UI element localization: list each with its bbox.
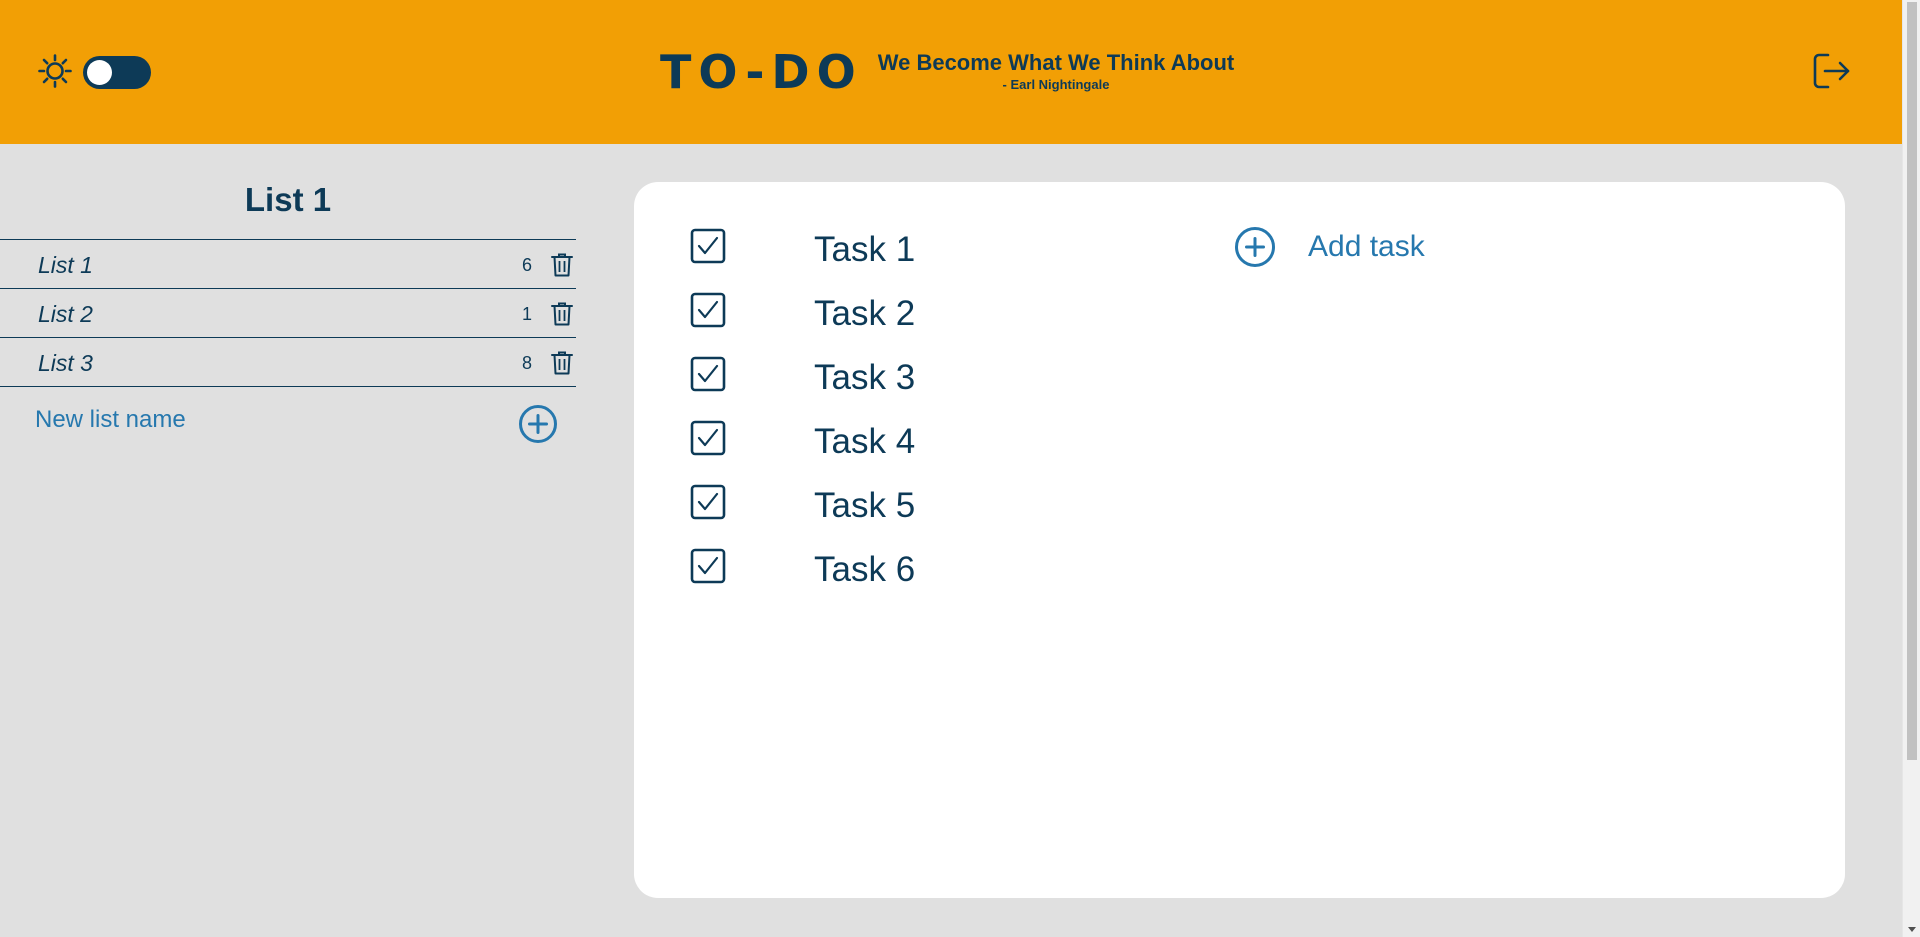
task-label: Task 3	[814, 358, 916, 397]
list-task-count: 1	[521, 304, 532, 324]
list-task-count: 8	[521, 353, 532, 373]
checked-checkbox-icon[interactable]	[690, 484, 726, 520]
task-item[interactable]: Task 1	[690, 228, 1110, 269]
quote-text: We Become What We Think About	[877, 50, 1235, 75]
current-list-title: List 1	[244, 181, 332, 218]
scroll-down-arrow-icon[interactable]	[1908, 927, 1916, 932]
trash-icon[interactable]	[550, 301, 574, 327]
add-list-icon[interactable]	[518, 404, 558, 444]
quote-author: - Earl Nightingale	[1002, 77, 1110, 92]
add-task-button[interactable]: Add task	[1234, 226, 1494, 270]
toggle-knob	[87, 60, 112, 85]
task-item[interactable]: Task 3	[690, 356, 1110, 397]
trash-icon[interactable]	[550, 252, 574, 278]
list-name: List 1	[38, 252, 93, 278]
task-label: Task 4	[814, 422, 916, 461]
task-label: Task 1	[814, 230, 916, 269]
checked-checkbox-icon[interactable]	[690, 548, 726, 584]
task-panel: Task 1 Task 2 Task 3 Task 4 Task 5 Task …	[634, 182, 1845, 898]
checked-checkbox-icon[interactable]	[690, 356, 726, 392]
scrollbar-thumb[interactable]	[1907, 2, 1917, 760]
sun-icon	[38, 54, 72, 88]
list-item[interactable]: List 3 8	[0, 338, 576, 387]
task-item[interactable]: Task 6	[690, 548, 1110, 589]
task-item[interactable]: Task 4	[690, 420, 1110, 461]
list-item[interactable]: List 1 6	[0, 240, 576, 289]
checked-checkbox-icon[interactable]	[690, 228, 726, 264]
task-label: Task 6	[814, 550, 916, 589]
list-item[interactable]: List 2 1	[0, 289, 576, 338]
list-collection: List 1 6 List 2 1 List 3 8	[0, 239, 576, 387]
task-label: Task 2	[814, 294, 916, 333]
logout-icon[interactable]	[1812, 52, 1852, 90]
list-task-count: 6	[521, 255, 532, 275]
new-list-name-input[interactable]	[35, 406, 475, 434]
task-item[interactable]: Task 2	[690, 292, 1110, 333]
checked-checkbox-icon[interactable]	[690, 292, 726, 328]
theme-toggle[interactable]	[83, 56, 151, 89]
app-title: TO-DO	[660, 45, 863, 99]
add-task-icon[interactable]	[1234, 226, 1276, 268]
vertical-scrollbar[interactable]	[1902, 0, 1920, 937]
checked-checkbox-icon[interactable]	[690, 420, 726, 456]
trash-icon[interactable]	[550, 350, 574, 376]
list-name: List 3	[38, 350, 93, 376]
app-header: TO-DO We Become What We Think About - Ea…	[0, 0, 1902, 144]
task-label: Task 5	[814, 486, 916, 525]
quote: We Become What We Think About - Earl Nig…	[876, 50, 1236, 93]
list-name: List 2	[38, 301, 93, 327]
task-item[interactable]: Task 5	[690, 484, 1110, 525]
add-task-label: Add task	[1308, 230, 1425, 263]
